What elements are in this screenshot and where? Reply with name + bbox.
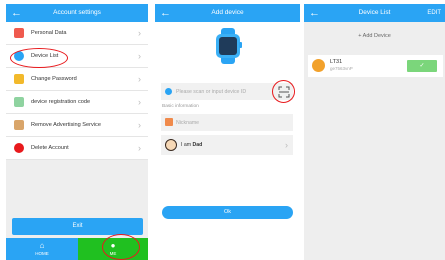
edit-button[interactable]: EDIT bbox=[427, 8, 441, 18]
add-device-screen: ← Add device Please scan or input device… bbox=[155, 4, 300, 260]
relation-text: I am Dad bbox=[181, 141, 202, 149]
page-title: Add device bbox=[211, 9, 244, 16]
chevron-right-icon: › bbox=[138, 120, 141, 130]
menu-item-device-list[interactable]: Device List › bbox=[6, 45, 148, 68]
nickname-field[interactable]: Nickname bbox=[161, 114, 293, 131]
menu-item-label: device registration code bbox=[31, 99, 91, 105]
user-icon: ● bbox=[110, 241, 116, 250]
device-list-topbar: ← Device List EDIT bbox=[304, 4, 445, 22]
device-list-screen: ← Device List EDIT + Add Device LT31 ge7… bbox=[304, 4, 445, 260]
chevron-right-icon: › bbox=[138, 51, 141, 61]
menu-item-label: Change Password bbox=[31, 76, 77, 82]
add-device-button[interactable]: + Add Device bbox=[304, 33, 445, 39]
menu-item-registration-code[interactable]: device registration code › bbox=[6, 91, 148, 114]
scan-icon bbox=[278, 86, 290, 98]
menu-item-label: Personal Data bbox=[31, 30, 67, 36]
home-icon: ⌂ bbox=[39, 241, 45, 250]
qr-code-icon bbox=[14, 97, 24, 107]
chevron-right-icon: › bbox=[138, 28, 141, 38]
relation-prefix: I am bbox=[181, 142, 192, 148]
ok-button[interactable]: Ok bbox=[162, 206, 293, 219]
nav-me-label: ME bbox=[109, 251, 117, 256]
menu-item-remove-advertising[interactable]: Remove Advertising Service › bbox=[6, 114, 148, 137]
menu-item-label: Device List bbox=[31, 53, 59, 59]
nav-home-label: HOME bbox=[35, 251, 49, 256]
ad-icon bbox=[14, 120, 24, 130]
scan-qr-button[interactable] bbox=[278, 85, 290, 98]
menu-item-label: Remove Advertising Service bbox=[31, 122, 101, 128]
page-title: Account settings bbox=[53, 9, 101, 16]
menu-item-label: Delete Account bbox=[31, 145, 69, 151]
device-avatar bbox=[312, 59, 325, 72]
account-settings-screen: ← Account settings Personal Data › Devic… bbox=[6, 4, 148, 260]
chevron-right-icon: › bbox=[285, 140, 288, 150]
chevron-right-icon: › bbox=[138, 143, 141, 153]
device-list-item[interactable]: LT31 ge7563vnP ✓ bbox=[308, 55, 443, 77]
page-title: Device List bbox=[358, 9, 391, 16]
menu-item-personal-data[interactable]: Personal Data › bbox=[6, 22, 148, 45]
device-id: ge7563vnP bbox=[330, 66, 353, 71]
person-icon bbox=[14, 28, 24, 38]
smartwatch-illustration bbox=[216, 28, 242, 64]
settings-menu: Personal Data › Device List › Change Pas… bbox=[6, 22, 148, 160]
basic-information-label: Basic information bbox=[162, 104, 199, 109]
exit-button[interactable]: Exit bbox=[12, 218, 143, 235]
watch-icon bbox=[165, 88, 172, 95]
relation-field[interactable]: I am Dad › bbox=[161, 135, 293, 155]
watch-icon bbox=[14, 51, 24, 61]
bottom-navigation: ⌂ HOME ● ME bbox=[6, 238, 148, 260]
chevron-right-icon: › bbox=[138, 97, 141, 107]
device-name: LT31 bbox=[330, 59, 343, 65]
account-settings-topbar: ← Account settings bbox=[6, 4, 148, 22]
nav-me-tab[interactable]: ● ME bbox=[78, 238, 148, 260]
power-icon bbox=[14, 143, 24, 153]
menu-item-change-password[interactable]: Change Password › bbox=[6, 68, 148, 91]
device-id-field[interactable]: Please scan or input device ID bbox=[161, 83, 293, 100]
menu-item-delete-account[interactable]: Delete Account › bbox=[6, 137, 148, 160]
relation-value: Dad bbox=[192, 142, 203, 148]
nickname-input: Nickname bbox=[176, 120, 200, 126]
nav-home-tab[interactable]: ⌂ HOME bbox=[6, 238, 78, 260]
check-icon: ✓ bbox=[419, 63, 425, 69]
person-icon bbox=[165, 118, 173, 126]
device-selected-toggle[interactable]: ✓ bbox=[407, 60, 437, 72]
device-id-input: Please scan or input device ID bbox=[176, 89, 247, 95]
chevron-right-icon: › bbox=[138, 74, 141, 84]
lock-icon bbox=[14, 74, 24, 84]
avatar-icon bbox=[165, 139, 177, 151]
add-device-topbar: ← Add device bbox=[155, 4, 300, 22]
